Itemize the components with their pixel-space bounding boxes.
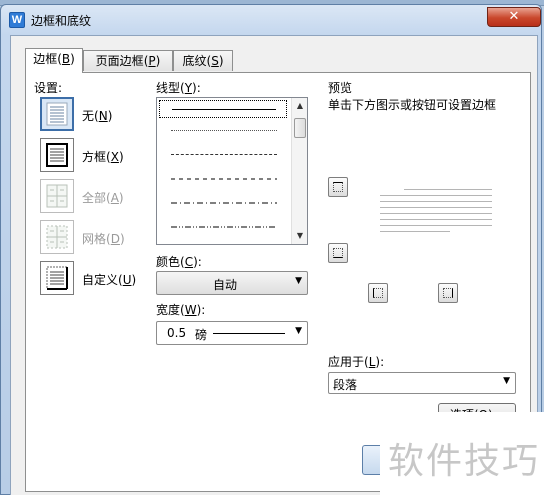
apply-to-dropdown[interactable]: 段落 ▼ bbox=[328, 372, 516, 394]
line-style-dashed[interactable] bbox=[159, 170, 287, 188]
color-heading-key: C bbox=[184, 255, 194, 269]
line-sample-dotted bbox=[171, 130, 277, 131]
line-style-dash-dot[interactable] bbox=[159, 194, 287, 212]
border-top-button[interactable] bbox=[328, 177, 348, 197]
tab-page-border[interactable]: 页面边框(P) bbox=[83, 50, 173, 71]
border-all-icon bbox=[40, 179, 74, 213]
border-right-button[interactable] bbox=[438, 283, 458, 303]
ok-button[interactable] bbox=[362, 445, 382, 475]
setting-grid-key: D bbox=[110, 232, 120, 246]
line-sample-solid bbox=[172, 109, 276, 110]
setting-all[interactable]: 全部(A) bbox=[40, 179, 150, 215]
line-sample-dash-dot bbox=[171, 202, 277, 204]
setting-custom-label: 自定义(U) bbox=[82, 273, 137, 287]
setting-none[interactable]: 无(N) bbox=[40, 97, 150, 133]
setting-none-label: 无(N) bbox=[82, 109, 113, 123]
chevron-down-icon: ▼ bbox=[295, 276, 302, 286]
border-none-icon[interactable] bbox=[40, 97, 74, 131]
setting-all-key: A bbox=[110, 191, 119, 205]
setting-all-text: 全部 bbox=[82, 191, 107, 205]
line-style-dash-dot-dot[interactable] bbox=[159, 218, 287, 236]
tab-border-label: 边框 bbox=[33, 52, 58, 66]
tab-border-key: B bbox=[61, 52, 71, 66]
setting-grid-label: 网格(D) bbox=[82, 232, 125, 246]
preview-hint: 单击下方图示或按钮可设置边框 bbox=[328, 98, 497, 112]
apply-to-value: 段落 bbox=[333, 378, 358, 392]
setting-custom-text: 自定义 bbox=[82, 273, 119, 287]
line-style-solid[interactable] bbox=[159, 100, 287, 118]
width-value: 0.5 bbox=[167, 326, 187, 340]
dialog-title: 边框和底纹 bbox=[31, 14, 92, 28]
setting-box-label: 方框(X) bbox=[82, 150, 124, 164]
setting-grid-text: 网格 bbox=[82, 232, 107, 246]
width-line-sample bbox=[213, 333, 285, 334]
setting-box[interactable]: 方框(X) bbox=[40, 138, 150, 174]
close-button[interactable]: ✕ bbox=[487, 7, 541, 27]
chevron-down-icon: ▼ bbox=[503, 376, 510, 386]
border-box-icon[interactable] bbox=[40, 138, 74, 172]
setting-box-key: X bbox=[110, 150, 119, 164]
setting-grid[interactable]: 网格(D) bbox=[40, 220, 150, 256]
border-bottom-button[interactable] bbox=[328, 243, 348, 263]
line-sample-dash-dot-dot bbox=[171, 226, 277, 228]
width-dropdown[interactable]: 0.5 磅 ▼ bbox=[156, 321, 308, 345]
line-list-scrollbar[interactable]: ▲ ▼ bbox=[291, 98, 307, 244]
border-right-icon bbox=[443, 288, 453, 298]
watermark-text: 软件技巧 bbox=[388, 441, 541, 482]
setting-custom[interactable]: 自定义(U) bbox=[40, 261, 150, 297]
tab-shading[interactable]: 底纹(S) bbox=[173, 50, 233, 71]
apply-to-text: 应用于 bbox=[328, 355, 365, 369]
chevron-down-icon: ▼ bbox=[295, 326, 302, 336]
column-divider-right bbox=[318, 81, 319, 473]
line-sample-dashed bbox=[171, 178, 277, 180]
width-heading-key: W bbox=[184, 303, 197, 317]
scroll-down-icon[interactable]: ▼ bbox=[292, 228, 308, 244]
color-heading-text: 颜色 bbox=[156, 255, 181, 269]
color-value: 自动 bbox=[213, 278, 238, 292]
width-unit: 磅 bbox=[195, 328, 208, 342]
preview-heading: 预览 bbox=[328, 81, 353, 95]
line-style-key: Y bbox=[184, 81, 193, 95]
column-divider-left bbox=[144, 81, 145, 473]
line-style-dashed-small[interactable] bbox=[159, 146, 287, 164]
border-left-icon bbox=[373, 288, 383, 298]
line-style-dotted[interactable] bbox=[159, 122, 287, 140]
line-style-heading: 线型(Y): bbox=[156, 81, 201, 95]
color-heading: 颜色(C): bbox=[156, 255, 202, 269]
settings-heading: 设置: bbox=[34, 81, 63, 95]
border-bottom-icon bbox=[333, 248, 343, 258]
border-left-button[interactable] bbox=[368, 283, 388, 303]
title-bar[interactable]: W 边框和底纹 ✕ bbox=[1, 5, 541, 35]
line-style-list[interactable]: ▲ ▼ bbox=[156, 97, 308, 245]
border-custom-icon[interactable] bbox=[40, 261, 74, 295]
wps-writer-icon: W bbox=[9, 12, 25, 28]
tab-shading-key: S bbox=[211, 54, 219, 68]
tab-page-border-key: P bbox=[148, 54, 156, 68]
border-top-icon bbox=[333, 182, 343, 192]
setting-box-text: 方框 bbox=[82, 150, 107, 164]
setting-all-label: 全部(A) bbox=[82, 191, 124, 205]
preview-document[interactable] bbox=[380, 189, 492, 243]
color-dropdown[interactable]: 自动 ▼ bbox=[156, 271, 308, 295]
tab-shading-label: 底纹 bbox=[182, 54, 207, 68]
width-heading-text: 宽度 bbox=[156, 303, 181, 317]
apply-to-heading: 应用于(L): bbox=[328, 355, 385, 369]
scroll-up-icon[interactable]: ▲ bbox=[292, 98, 308, 114]
border-grid-icon bbox=[40, 220, 74, 254]
scroll-thumb[interactable] bbox=[294, 118, 306, 138]
line-style-text: 线型 bbox=[156, 81, 181, 95]
setting-custom-key: U bbox=[122, 273, 132, 287]
apply-to-key: L bbox=[368, 355, 376, 369]
line-sample-dashed-small bbox=[171, 154, 277, 155]
setting-none-key: N bbox=[98, 109, 108, 123]
setting-none-text: 无 bbox=[82, 109, 95, 123]
tab-border[interactable]: 边框(B) bbox=[25, 48, 83, 73]
tab-page-border-label: 页面边框 bbox=[95, 54, 144, 68]
width-heading: 宽度(W): bbox=[156, 303, 206, 317]
